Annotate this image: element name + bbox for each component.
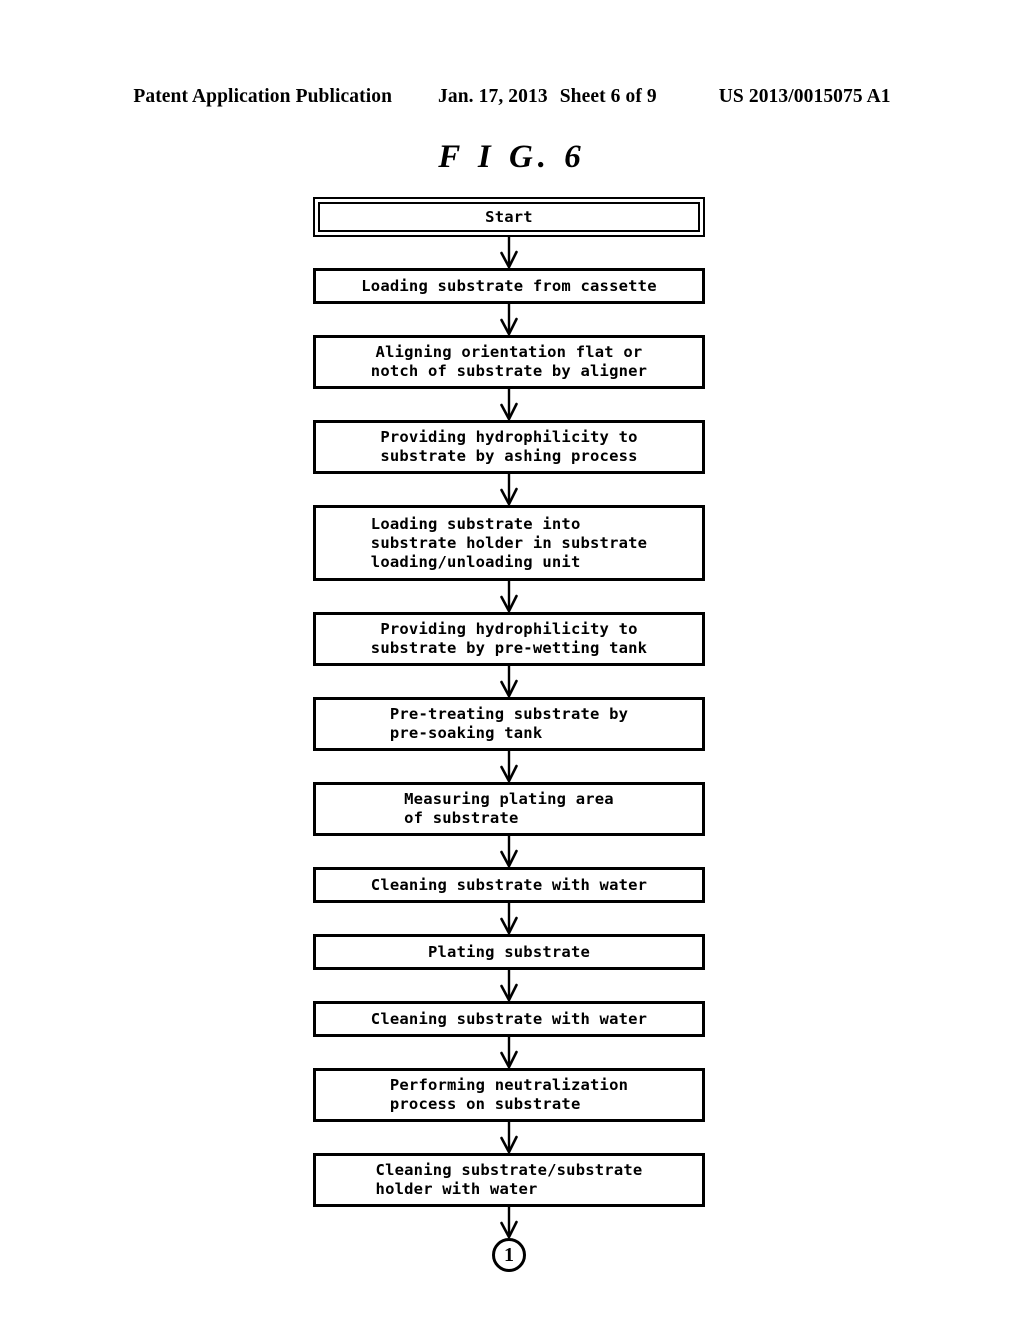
flow-arrow: [313, 1207, 705, 1238]
flow-node-label: Performing neutralization process on sub…: [389, 1076, 629, 1113]
figure-title: F I G. 6: [438, 139, 586, 175]
flow-node-label: Providing hydrophilicity to substrate by…: [380, 428, 638, 465]
connector-label: 1: [492, 1238, 526, 1272]
flow-node-ashing: Providing hydrophilicity to substrate by…: [313, 420, 705, 474]
flow-arrow: [313, 474, 705, 505]
flow-node-pre-soaking: Pre-treating substrate by pre-soaking ta…: [313, 697, 705, 751]
publication-label: Patent Application Publication: [133, 86, 393, 107]
flow-arrow: [313, 666, 705, 697]
flow-node-label: Measuring plating area of substrate: [404, 790, 614, 827]
patent-number: US 2013/0015075 A1: [718, 86, 891, 107]
flow-node-label: Cleaning substrate with water: [370, 875, 648, 894]
flow-arrow: [313, 304, 705, 335]
flowchart: Start Loading substrate from cassette Alig…: [313, 197, 705, 1272]
publication-date: Jan. 17, 2013: [438, 86, 548, 107]
flow-arrow: [313, 751, 705, 782]
flow-node-label: Aligning orientation flat or notch of su…: [370, 343, 648, 380]
flow-node-label: Loading substrate into substrate holder …: [370, 514, 648, 571]
flow-node-load-holder: Loading substrate into substrate holder …: [313, 505, 705, 581]
flow-node-neutralize: Performing neutralization process on sub…: [313, 1068, 705, 1122]
sheet-number: Sheet 6 of 9: [559, 86, 657, 107]
page-header: Patent Application Publication Jan. 17, …: [0, 86, 1024, 112]
flow-node-measure-area: Measuring plating area of substrate: [313, 782, 705, 836]
flow-node-pre-wetting: Providing hydrophilicity to substrate by…: [313, 612, 705, 666]
flow-arrow: [313, 581, 705, 612]
flow-node-label: Providing hydrophilicity to substrate by…: [370, 620, 648, 657]
flow-arrow: [313, 836, 705, 867]
flow-node-label: Pre-treating substrate by pre-soaking ta…: [389, 705, 629, 742]
flow-arrow: [313, 237, 705, 268]
flow-node-plating: Plating substrate: [313, 934, 705, 970]
flow-arrow: [313, 1122, 705, 1153]
flow-connector-circle: 1: [313, 1238, 705, 1272]
flow-node-start: Start: [313, 197, 705, 237]
flow-node-label: Plating substrate: [427, 942, 591, 961]
flow-node-load-cassette: Loading substrate from cassette: [313, 268, 705, 304]
terminal-inner-border: Start: [318, 202, 700, 232]
flow-node-label: Start: [485, 207, 533, 226]
flow-node-clean-2: Cleaning substrate with water: [313, 1001, 705, 1037]
flow-arrow: [313, 1037, 705, 1068]
flow-node-label: Loading substrate from cassette: [361, 276, 657, 295]
flow-node-clean-holder: Cleaning substrate/substrate holder with…: [313, 1153, 705, 1207]
flow-node-label: Cleaning substrate with water: [370, 1009, 648, 1028]
flow-arrow: [313, 970, 705, 1001]
flow-node-label: Cleaning substrate/substrate holder with…: [375, 1161, 643, 1198]
flow-node-align-flat: Aligning orientation flat or notch of su…: [313, 335, 705, 389]
flow-arrow: [313, 389, 705, 420]
flow-arrow: [313, 903, 705, 934]
flow-node-clean-1: Cleaning substrate with water: [313, 867, 705, 903]
